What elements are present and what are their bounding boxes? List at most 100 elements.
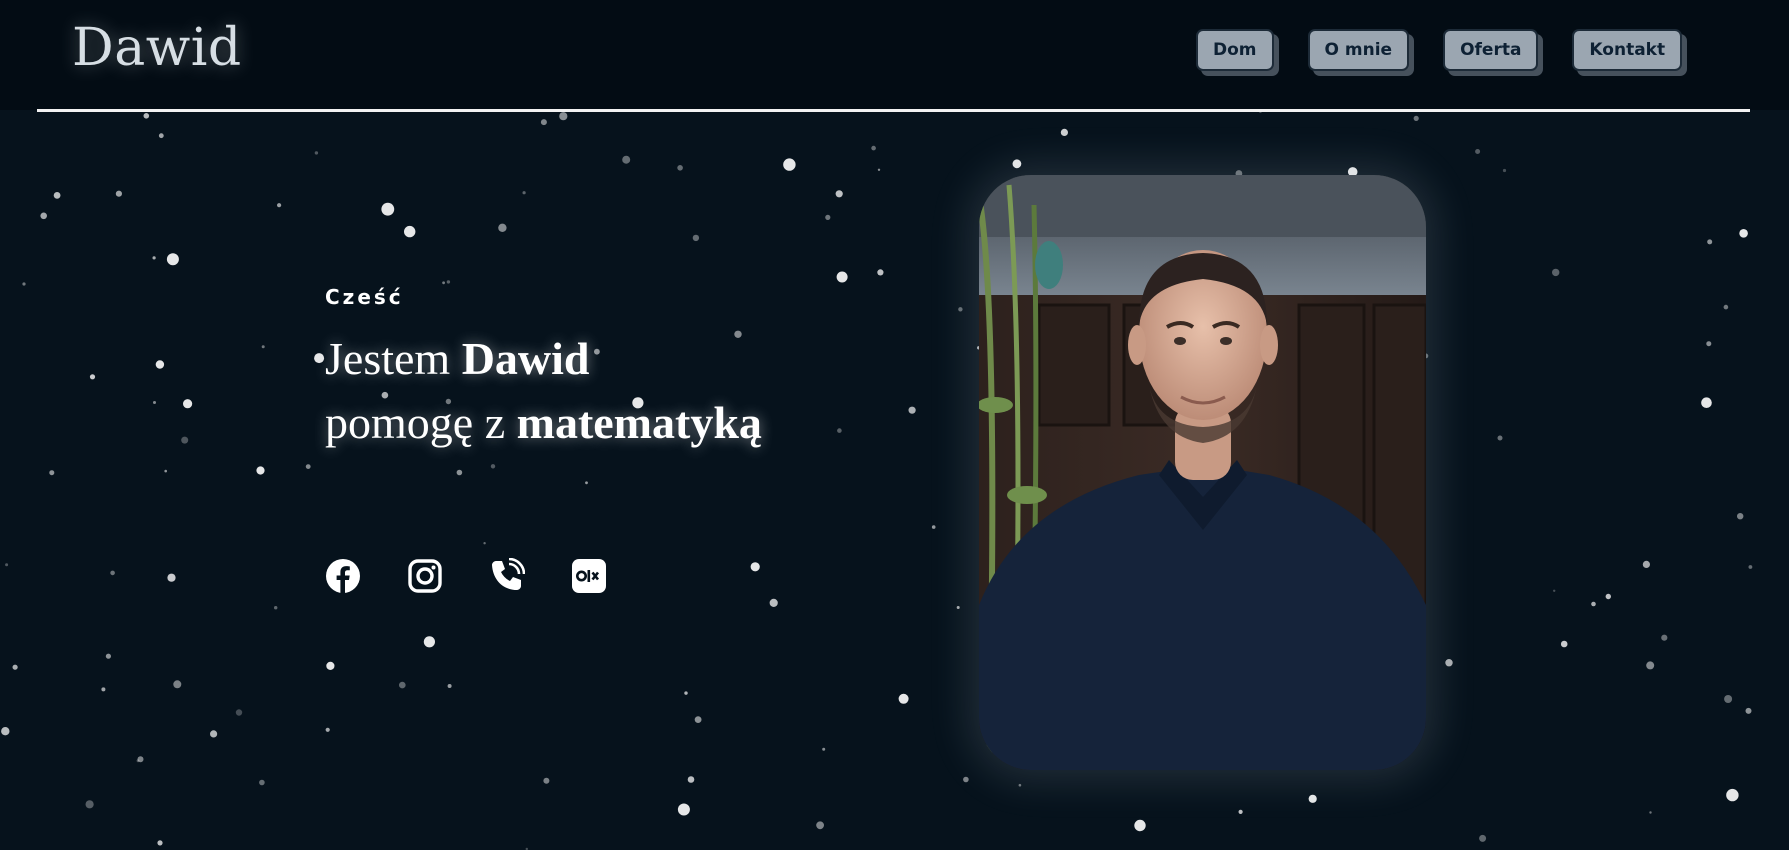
star bbox=[274, 606, 278, 610]
star bbox=[825, 214, 831, 220]
olx-link[interactable] bbox=[571, 558, 607, 594]
star bbox=[498, 223, 507, 232]
star bbox=[958, 307, 963, 312]
headline: Jestem Dawid pomogę z matematyką bbox=[325, 327, 762, 455]
star bbox=[181, 436, 189, 444]
star bbox=[1413, 115, 1419, 121]
star bbox=[305, 464, 311, 469]
star bbox=[101, 687, 106, 692]
star bbox=[256, 466, 265, 475]
headline-name: Dawid bbox=[461, 333, 590, 384]
star bbox=[956, 606, 960, 609]
star bbox=[1724, 695, 1733, 703]
headline-prefix-2: pomogę z bbox=[325, 397, 517, 448]
star bbox=[40, 212, 47, 220]
star bbox=[152, 256, 156, 260]
star bbox=[423, 636, 435, 648]
star bbox=[1726, 788, 1739, 802]
star bbox=[1445, 659, 1453, 667]
star bbox=[769, 598, 778, 608]
star bbox=[522, 191, 526, 195]
star bbox=[1748, 565, 1753, 569]
star bbox=[381, 202, 395, 216]
star bbox=[1238, 809, 1243, 815]
star bbox=[155, 360, 165, 369]
star bbox=[1706, 341, 1712, 347]
star bbox=[816, 821, 824, 830]
star bbox=[908, 406, 916, 414]
star bbox=[543, 777, 550, 784]
star bbox=[750, 562, 760, 572]
profile-photo bbox=[979, 175, 1426, 770]
star bbox=[1723, 304, 1729, 310]
star bbox=[1661, 634, 1668, 641]
nav-button-dom[interactable]: Dom bbox=[1196, 29, 1274, 71]
star bbox=[326, 661, 335, 671]
star bbox=[1553, 589, 1556, 592]
headline-subject: matematyką bbox=[516, 397, 762, 448]
star bbox=[483, 542, 486, 545]
star bbox=[115, 190, 122, 197]
instagram-link[interactable] bbox=[407, 558, 443, 594]
star bbox=[540, 119, 547, 126]
star bbox=[157, 840, 163, 846]
star bbox=[456, 469, 463, 476]
star bbox=[877, 269, 884, 276]
star bbox=[277, 203, 282, 208]
star bbox=[585, 481, 588, 485]
facebook-icon bbox=[326, 559, 360, 593]
starfield-background bbox=[1, 97, 1753, 850]
star bbox=[490, 464, 496, 469]
star bbox=[684, 691, 688, 695]
star bbox=[1737, 513, 1744, 520]
star bbox=[173, 680, 182, 689]
star bbox=[1560, 640, 1568, 648]
star bbox=[153, 401, 156, 404]
star bbox=[1745, 707, 1752, 714]
star bbox=[183, 399, 193, 409]
star bbox=[1552, 268, 1560, 277]
star bbox=[314, 151, 319, 155]
site-header: Dawid Dom O mnie Oferta Kontakt bbox=[0, 0, 1789, 110]
star bbox=[136, 759, 140, 763]
star bbox=[877, 168, 881, 171]
star bbox=[110, 570, 115, 576]
profile-photo-illustration bbox=[979, 175, 1426, 770]
star bbox=[1012, 159, 1022, 169]
star bbox=[105, 653, 111, 659]
star bbox=[164, 469, 167, 473]
nav-button-kontakt[interactable]: Kontakt bbox=[1572, 29, 1683, 71]
star bbox=[931, 525, 936, 529]
star bbox=[835, 190, 843, 198]
star bbox=[1707, 239, 1713, 245]
star bbox=[446, 280, 451, 284]
phone-link[interactable] bbox=[489, 558, 525, 594]
star bbox=[325, 727, 330, 732]
star bbox=[1497, 435, 1503, 441]
star bbox=[822, 747, 826, 751]
headline-line-2: pomogę z matematyką bbox=[325, 391, 762, 455]
star bbox=[836, 271, 848, 283]
star bbox=[12, 664, 18, 670]
nav-button-oferta[interactable]: Oferta bbox=[1443, 29, 1539, 71]
greeting: Cześć bbox=[325, 285, 404, 309]
star bbox=[22, 282, 26, 286]
main-nav: Dom O mnie Oferta Kontakt bbox=[1196, 29, 1683, 71]
star bbox=[677, 803, 690, 816]
star bbox=[399, 681, 406, 689]
star bbox=[210, 730, 218, 738]
star bbox=[694, 716, 702, 723]
instagram-icon bbox=[408, 559, 442, 593]
star bbox=[1502, 168, 1507, 173]
site-logo[interactable]: Dawid bbox=[72, 18, 242, 78]
star bbox=[677, 165, 683, 171]
facebook-link[interactable] bbox=[325, 558, 361, 594]
star bbox=[871, 145, 876, 151]
star bbox=[963, 776, 969, 783]
star bbox=[53, 192, 61, 199]
star bbox=[261, 345, 265, 349]
nav-button-o-mnie[interactable]: O mnie bbox=[1307, 29, 1410, 71]
star bbox=[1649, 811, 1652, 814]
star bbox=[166, 253, 179, 266]
star bbox=[447, 684, 452, 688]
